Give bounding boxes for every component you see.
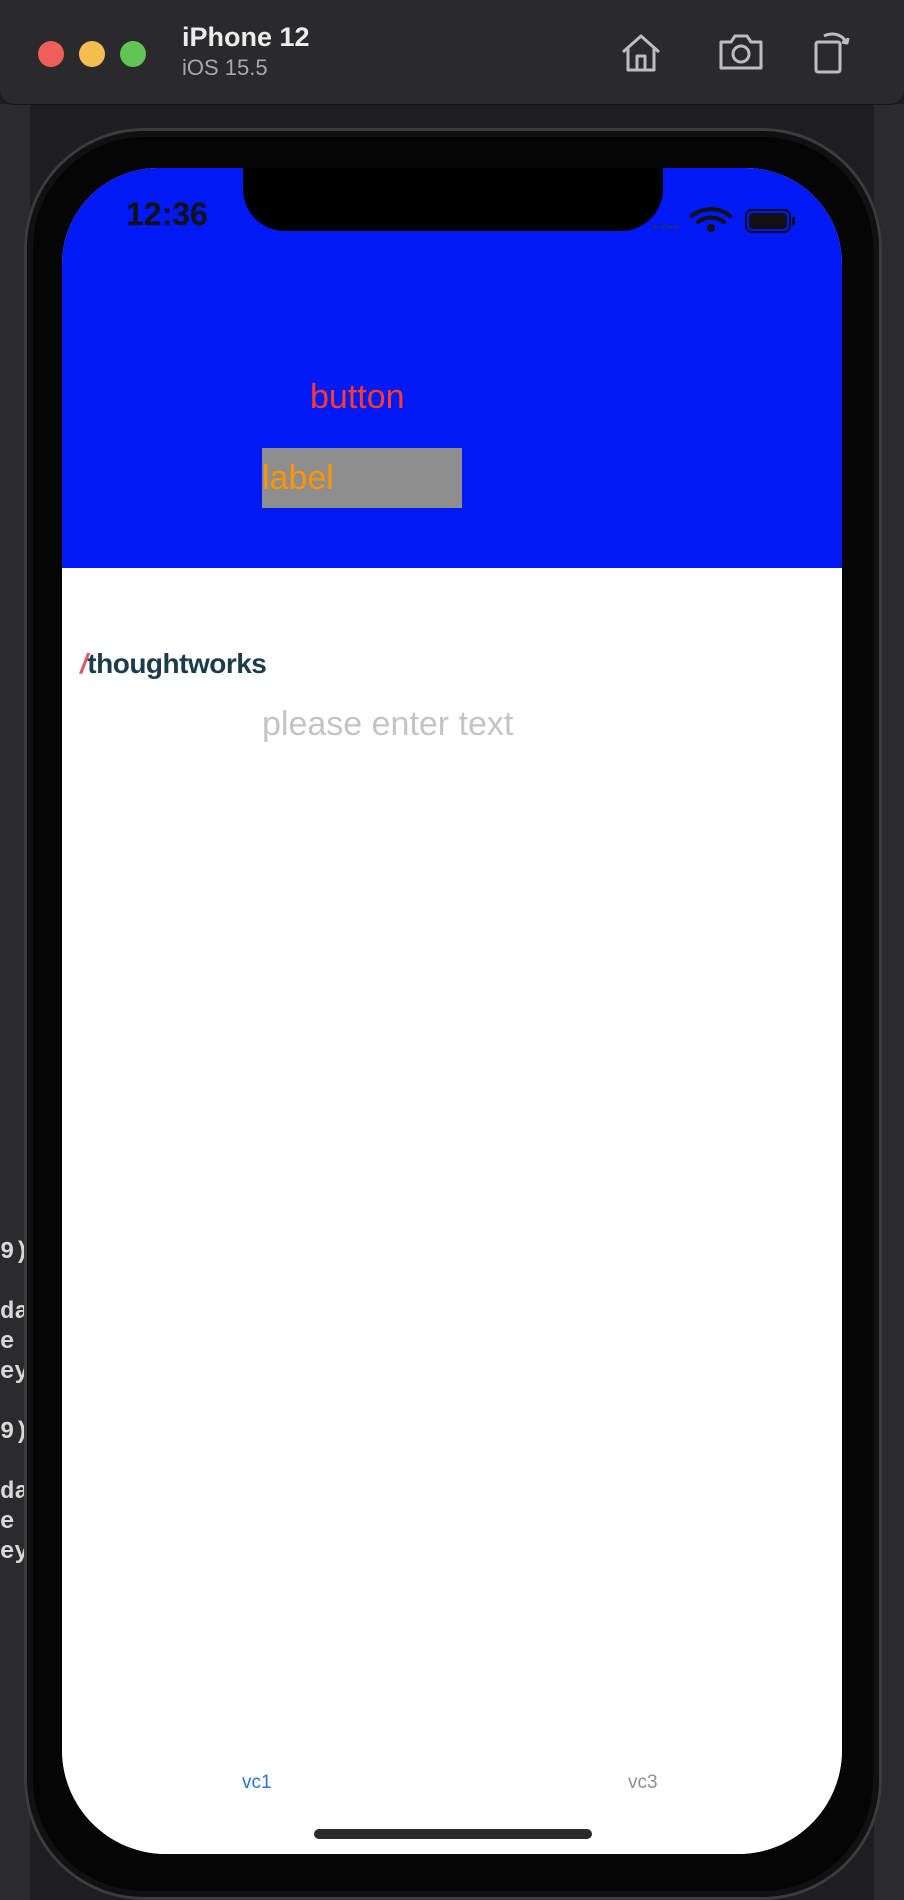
rotate-icon[interactable] bbox=[806, 28, 854, 76]
status-bar-icons bbox=[684, 204, 804, 245]
zoom-window-button[interactable] bbox=[120, 41, 146, 67]
status-bar-time: 12:36 bbox=[126, 196, 208, 232]
device-name: iPhone 12 bbox=[182, 22, 310, 52]
device-notch bbox=[243, 168, 663, 231]
close-window-button[interactable] bbox=[38, 41, 64, 67]
tab-vc1[interactable]: vc1 bbox=[242, 1772, 272, 1794]
wifi-icon bbox=[690, 207, 732, 232]
app-button[interactable]: button bbox=[310, 378, 405, 417]
text-input-field[interactable] bbox=[262, 700, 682, 748]
thoughtworks-logo: /thoughtworks bbox=[80, 648, 267, 680]
home-indicator[interactable] bbox=[314, 1829, 592, 1839]
logo-text: thoughtworks bbox=[87, 648, 267, 679]
cellular-signal-icon: •••• bbox=[653, 220, 682, 234]
app-label: label bbox=[262, 448, 462, 508]
home-icon[interactable] bbox=[617, 28, 665, 76]
os-version: iOS 15.5 bbox=[182, 55, 268, 80]
screenshot-icon[interactable] bbox=[717, 28, 765, 76]
iphone-device-frame: 12:36 •••• button label /thoughtworks pl… bbox=[24, 128, 882, 1900]
minimize-window-button[interactable] bbox=[79, 41, 105, 67]
battery-icon bbox=[745, 209, 795, 233]
simulator-titlebar: iPhone 12 iOS 15.5 bbox=[0, 0, 904, 105]
tab-vc3[interactable]: vc3 bbox=[628, 1772, 658, 1794]
phone-screen: 12:36 •••• button label /thoughtworks pl… bbox=[62, 168, 842, 1854]
